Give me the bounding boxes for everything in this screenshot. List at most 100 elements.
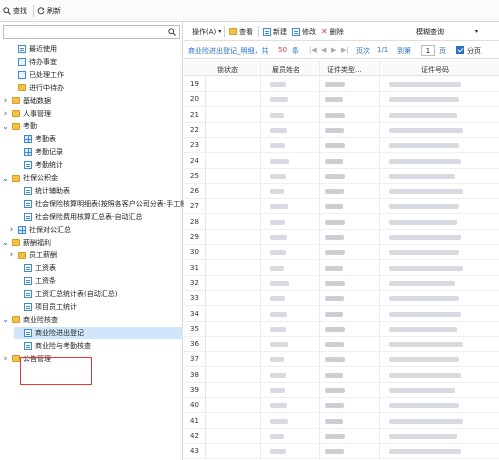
tree-item[interactable]: 进行中待办 [8,82,64,94]
column-header-id-type[interactable]: 证件类型... [327,65,362,75]
redacted-name-cell [270,342,288,348]
table-row[interactable]: 35 [184,321,499,337]
next-page-button[interactable]: ▶ [331,46,336,54]
delete-button[interactable]: ✕ 删除 [321,26,344,37]
chevron-down-icon[interactable]: ⌄ [2,172,9,184]
tree-item[interactable]: 商业险进出登记 [14,326,183,339]
tree-item[interactable]: › 基础数据 [2,95,51,107]
redacted-id-number-cell [389,388,455,393]
chevron-down-icon[interactable]: ⌄ [2,314,9,326]
chevron-right-icon[interactable]: › [2,108,9,120]
new-button[interactable]: 新建 [263,26,287,37]
redacted-id-type-cell [325,418,343,424]
table-row[interactable]: 26 [184,184,499,200]
table-row[interactable]: 36 [184,337,499,353]
tree-item[interactable]: 社会保险核算明细表(按照各客户公司分表-手工帐 [14,198,187,210]
table-row[interactable]: 22 [184,122,499,138]
grid-icon [18,225,26,234]
tree-item[interactable]: › 人事管理 [2,108,51,120]
tree-item[interactable]: ⌄ 薪酬福利 [2,237,51,249]
table-row[interactable]: 30 [184,245,499,261]
tree-item[interactable]: 统计辅助表 [14,185,70,197]
table-row[interactable]: 39 [184,383,499,398]
column-header-id-number[interactable]: 证件号码 [421,65,449,75]
table-row[interactable]: 24 [184,153,499,169]
tree-item[interactable]: 工资条 [14,275,56,287]
tree-item[interactable]: ⌄ 社保公积金 [2,172,58,184]
table-row[interactable]: 42 [184,428,499,444]
chevron-down-icon: ▾ [218,28,222,35]
tree-item[interactable]: 最近使用 [8,43,57,55]
table-row[interactable]: 37 [184,352,499,368]
table-row[interactable]: 27 [184,199,499,215]
tree-item[interactable]: 商业险与考勤核查 [14,340,91,352]
folder-icon [12,97,20,105]
annotation-highlight-box [20,357,92,385]
search-button[interactable]: 查找 [3,5,27,17]
tree-item-label: 工资表 [35,264,56,273]
refresh-button[interactable]: 刷新 [37,5,61,17]
edit-button[interactable]: 修改 [292,26,316,37]
tree-item-label: 工资条 [35,277,56,286]
table-row[interactable]: 21 [184,107,499,123]
column-header-lock-status[interactable]: 锁状态 [217,65,238,75]
tree-item-label: 薪酬福利 [23,238,51,247]
tree-item[interactable]: 考勤统计 [14,159,63,171]
table-row[interactable]: 43 [184,444,499,460]
table-row[interactable]: 23 [184,138,499,154]
redacted-id-type-cell [325,342,344,348]
table-row[interactable]: 20 [184,92,499,108]
redacted-id-number-cell [389,418,463,424]
view-button[interactable]: 查看 [229,26,253,37]
table-row[interactable]: 32 [184,275,499,291]
redacted-id-type-cell [325,143,345,149]
table-row[interactable]: 40 [184,398,499,414]
table-row[interactable]: 31 [184,260,499,276]
tree-item[interactable]: 项目员工统计 [14,301,77,313]
table-row[interactable]: 34 [184,306,499,322]
table-row[interactable]: 29 [184,230,499,245]
prev-page-button[interactable]: ◀ [321,46,326,54]
tree-item[interactable]: 已处理工作 [8,69,64,81]
row-number: 21 [184,107,206,123]
chevron-right-icon[interactable]: › [2,353,9,365]
tree-item[interactable]: › 社保对公汇总 [8,224,71,236]
row-number: 36 [184,337,206,353]
tree-item[interactable]: 待办事宜 [8,56,57,68]
table-row[interactable]: 25 [184,168,499,184]
chevron-right-icon[interactable]: › [2,95,9,107]
table-row[interactable]: 38 [184,367,499,383]
redacted-id-number-cell [389,235,461,240]
tree-item[interactable]: ⌄ 商业险核查 [2,314,58,326]
tree-item[interactable]: 考勤记录 [14,146,63,158]
tree-item[interactable]: ⌄ 考勤 [2,120,37,132]
fuzzy-query-select[interactable]: 模糊查询 ▾ [412,25,482,38]
table-row[interactable]: 33 [184,291,499,307]
chevron-down-icon[interactable]: ⌄ [2,237,9,249]
page-icon [24,161,32,170]
tree-item[interactable]: 社会保险费用核算汇总表-自动汇总 [14,211,143,223]
table-row[interactable]: 41 [184,413,499,429]
tree-item[interactable]: 考勤表 [14,133,56,145]
table-row[interactable]: 19 [184,77,499,92]
page-number-input[interactable]: 1 [421,45,435,56]
tree-item[interactable]: › 员工薪酬 [8,249,57,261]
chevron-right-icon[interactable]: › [8,224,15,236]
redacted-name-cell [270,388,285,393]
tree-item[interactable]: 工资表 [14,262,56,274]
paginate-checkbox[interactable] [456,46,464,54]
first-page-button[interactable]: |◀ [309,46,317,54]
chevron-right-icon[interactable]: › [8,249,15,261]
column-header-employee-name[interactable]: 雇员姓名 [272,65,300,75]
tree-item[interactable]: 工资汇总统计表(自动汇总) [14,288,117,300]
tree-search-input[interactable] [3,25,180,39]
chevron-down-icon[interactable]: ⌄ [2,120,9,132]
tree-item-label: 人事管理 [23,109,51,118]
last-page-button[interactable]: ▶| [341,46,349,54]
folder-icon [12,122,20,130]
row-number: 25 [184,168,206,184]
table-row[interactable]: 28 [184,214,499,230]
operate-menu-button[interactable]: 操作(A) ▾ [192,26,221,37]
